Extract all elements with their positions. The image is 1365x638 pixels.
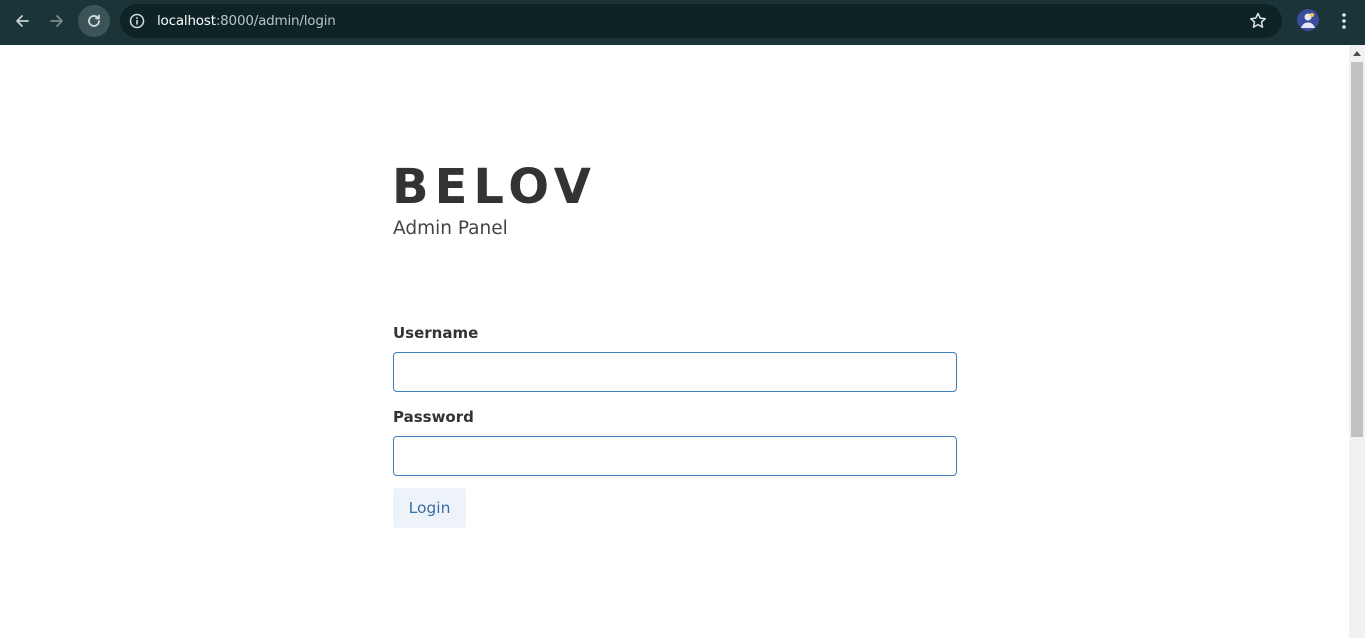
scroll-thumb[interactable]	[1351, 62, 1363, 437]
avatar[interactable]	[1297, 9, 1319, 31]
url-text[interactable]: localhost:8000/admin/login	[157, 12, 336, 30]
back-arrow-icon	[16, 15, 29, 27]
info-icon[interactable]	[128, 12, 146, 30]
page-scrollbar[interactable]	[1349, 45, 1365, 638]
reload-button[interactable]	[78, 5, 110, 37]
forward-arrow-icon	[50, 15, 63, 27]
username-label: Username	[393, 324, 479, 342]
profile-icon	[1297, 9, 1319, 31]
browser-toolbar: localhost:8000/admin/login	[0, 0, 1365, 45]
forward-button[interactable]	[41, 5, 73, 37]
url-path: :8000/admin/login	[215, 13, 336, 29]
more-vert-icon[interactable]	[1332, 8, 1356, 34]
password-label: Password	[393, 408, 474, 426]
reload-icon	[88, 14, 100, 27]
back-button[interactable]	[6, 5, 38, 37]
page-subtitle: Admin Panel	[393, 218, 508, 239]
brand-title: BELOV	[392, 159, 597, 215]
star-icon[interactable]	[1245, 8, 1271, 34]
password-input[interactable]	[393, 436, 957, 476]
address-bar[interactable]: localhost:8000/admin/login	[120, 4, 1282, 38]
url-host: localhost	[157, 13, 216, 29]
scroll-up-arrow-icon[interactable]	[1353, 51, 1361, 56]
login-button[interactable]: Login	[393, 488, 466, 528]
username-input[interactable]	[393, 352, 957, 392]
